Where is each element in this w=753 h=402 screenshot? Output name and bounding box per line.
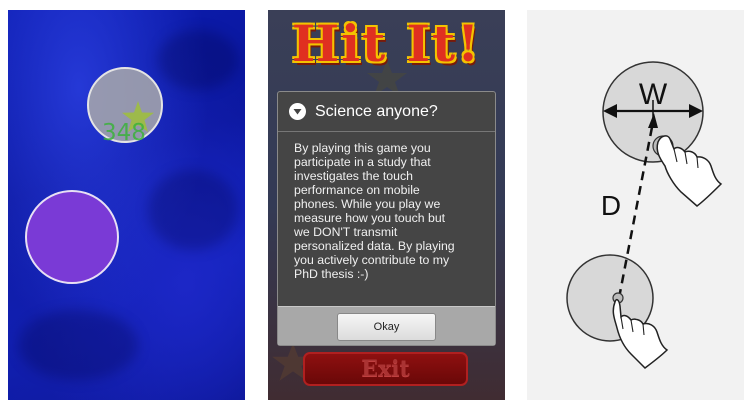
distance-label: D (601, 190, 621, 221)
exit-button[interactable]: Exit (303, 352, 468, 386)
dialog-message-line: By playing this game you (294, 141, 431, 155)
dialog-header: Science anyone? (278, 92, 495, 132)
fitts-diagram: W D (527, 10, 744, 400)
score-counter: 348 (102, 120, 146, 146)
dialog-message-line: phones. While you play we (294, 197, 441, 211)
background-texture (148, 170, 238, 250)
width-label: W (639, 78, 668, 111)
dialog-message-line: you actively contribute to my (294, 253, 450, 267)
science-dialog: Science anyone? By playing this game you… (277, 91, 496, 346)
dialog-footer: Okay (278, 306, 495, 345)
dialog-message: By playing this game you participate in … (294, 141, 488, 281)
background-texture (18, 310, 138, 380)
dialog-title: Science anyone? (315, 102, 438, 120)
start-circle[interactable] (25, 190, 119, 284)
dialog-message-line: measure how you touch but (294, 211, 446, 225)
dialog-message-line: PhD thesis :-) (294, 267, 369, 281)
background-texture (158, 30, 238, 90)
dialog-chevron-icon (289, 103, 306, 120)
study-dialog-screen: Hit It! Science anyone? By playing this … (268, 10, 505, 400)
game-title: Hit It! (291, 14, 482, 73)
dialog-message-line: we DON'T transmit (294, 225, 398, 239)
dialog-message-line: participate in a study that (294, 155, 431, 169)
game-screen: 348 (8, 10, 245, 400)
diagram-canvas: W D (566, 61, 723, 369)
okay-button[interactable]: Okay (337, 313, 436, 341)
dialog-message-line: personalized data. By playing (294, 239, 455, 253)
dialog-message-line: performance on mobile (294, 183, 420, 197)
dialog-message-line: investigates the touch (294, 169, 413, 183)
